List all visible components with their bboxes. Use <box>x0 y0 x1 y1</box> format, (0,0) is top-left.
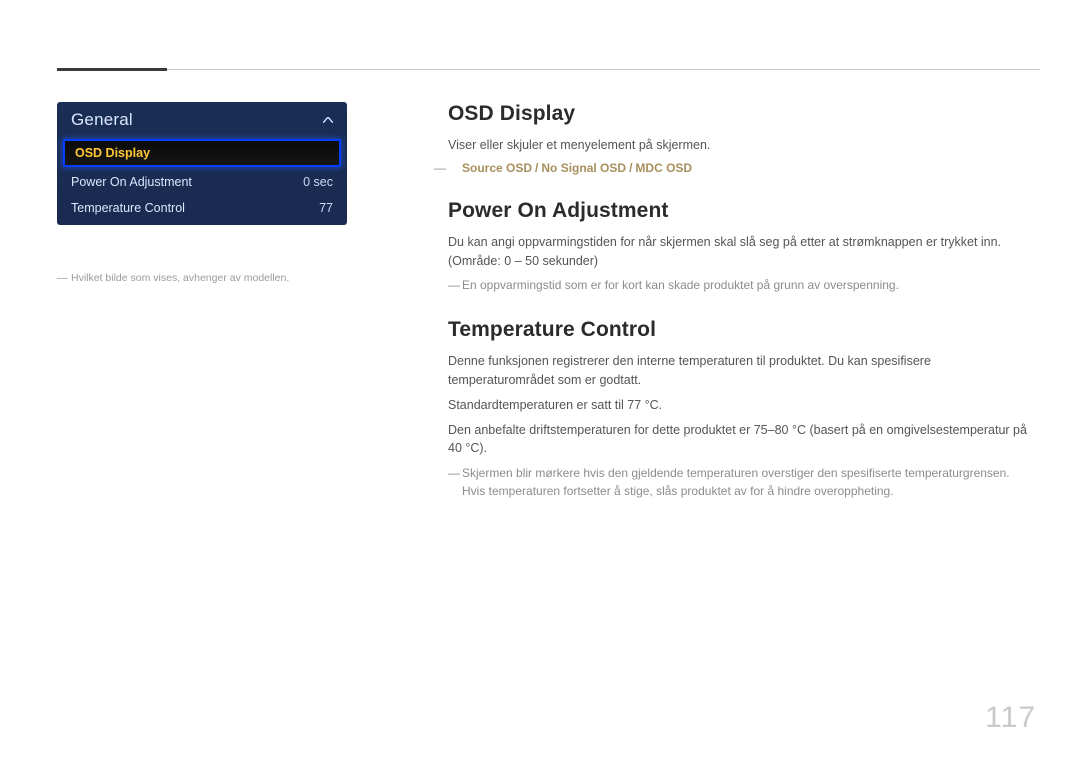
section-body: Du kan angi oppvarmingstiden for når skj… <box>448 233 1030 271</box>
option: Source OSD <box>462 161 532 175</box>
section-note: ―En oppvarmingstid som er for kort kan s… <box>448 276 1030 294</box>
menu-item-value: 0 sec <box>303 175 333 189</box>
section-body: Viser eller skjuler et menyelement på sk… <box>448 136 1030 155</box>
section-body: Den anbefalte driftstemperaturen for det… <box>448 421 1030 459</box>
menu-item-value: 77 <box>319 201 333 215</box>
menu-item-label: Power On Adjustment <box>71 175 192 189</box>
section-osd-display: OSD Display Viser eller skjuler et menye… <box>448 102 1030 175</box>
menu-panel: General OSD Display Power On Adjustment … <box>57 102 347 225</box>
section-body: Denne funksjonen registrerer den interne… <box>448 352 1030 390</box>
page-number: 117 <box>985 701 1036 735</box>
menu-item-temperature-control[interactable]: Temperature Control 77 <box>57 195 347 225</box>
option: MDC OSD <box>635 161 692 175</box>
menu-item-power-on-adjustment[interactable]: Power On Adjustment 0 sec <box>57 169 347 195</box>
section-note: ―Skjermen blir mørkere hvis den gjeldend… <box>448 464 1030 500</box>
horizontal-rule-accent <box>57 68 167 71</box>
section-options: ―Source OSD/No Signal OSD/MDC OSD <box>448 161 1030 175</box>
section-body: Standardtemperaturen er satt til 77 °C. <box>448 396 1030 415</box>
page: General OSD Display Power On Adjustment … <box>0 0 1080 763</box>
content-column: OSD Display Viser eller skjuler et menye… <box>448 102 1030 524</box>
chevron-up-icon <box>323 117 333 123</box>
menu-item-label: OSD Display <box>75 146 150 160</box>
section-power-on-adjustment: Power On Adjustment Du kan angi oppvarmi… <box>448 199 1030 295</box>
menu-panel-title: General <box>71 110 133 130</box>
footnote-left-text: Hvilket bilde som vises, avhenger av mod… <box>71 272 289 284</box>
horizontal-rule <box>57 69 1040 70</box>
option: No Signal OSD <box>541 161 626 175</box>
menu-item-osd-display[interactable]: OSD Display <box>63 139 341 167</box>
footnote-left: ―Hvilket bilde som vises, avhenger av mo… <box>57 272 357 284</box>
section-title: Power On Adjustment <box>448 199 1030 223</box>
section-title: Temperature Control <box>448 318 1030 342</box>
section-title: OSD Display <box>448 102 1030 126</box>
section-temperature-control: Temperature Control Denne funksjonen reg… <box>448 318 1030 500</box>
menu-panel-header: General <box>57 102 347 137</box>
menu-item-label: Temperature Control <box>71 201 185 215</box>
